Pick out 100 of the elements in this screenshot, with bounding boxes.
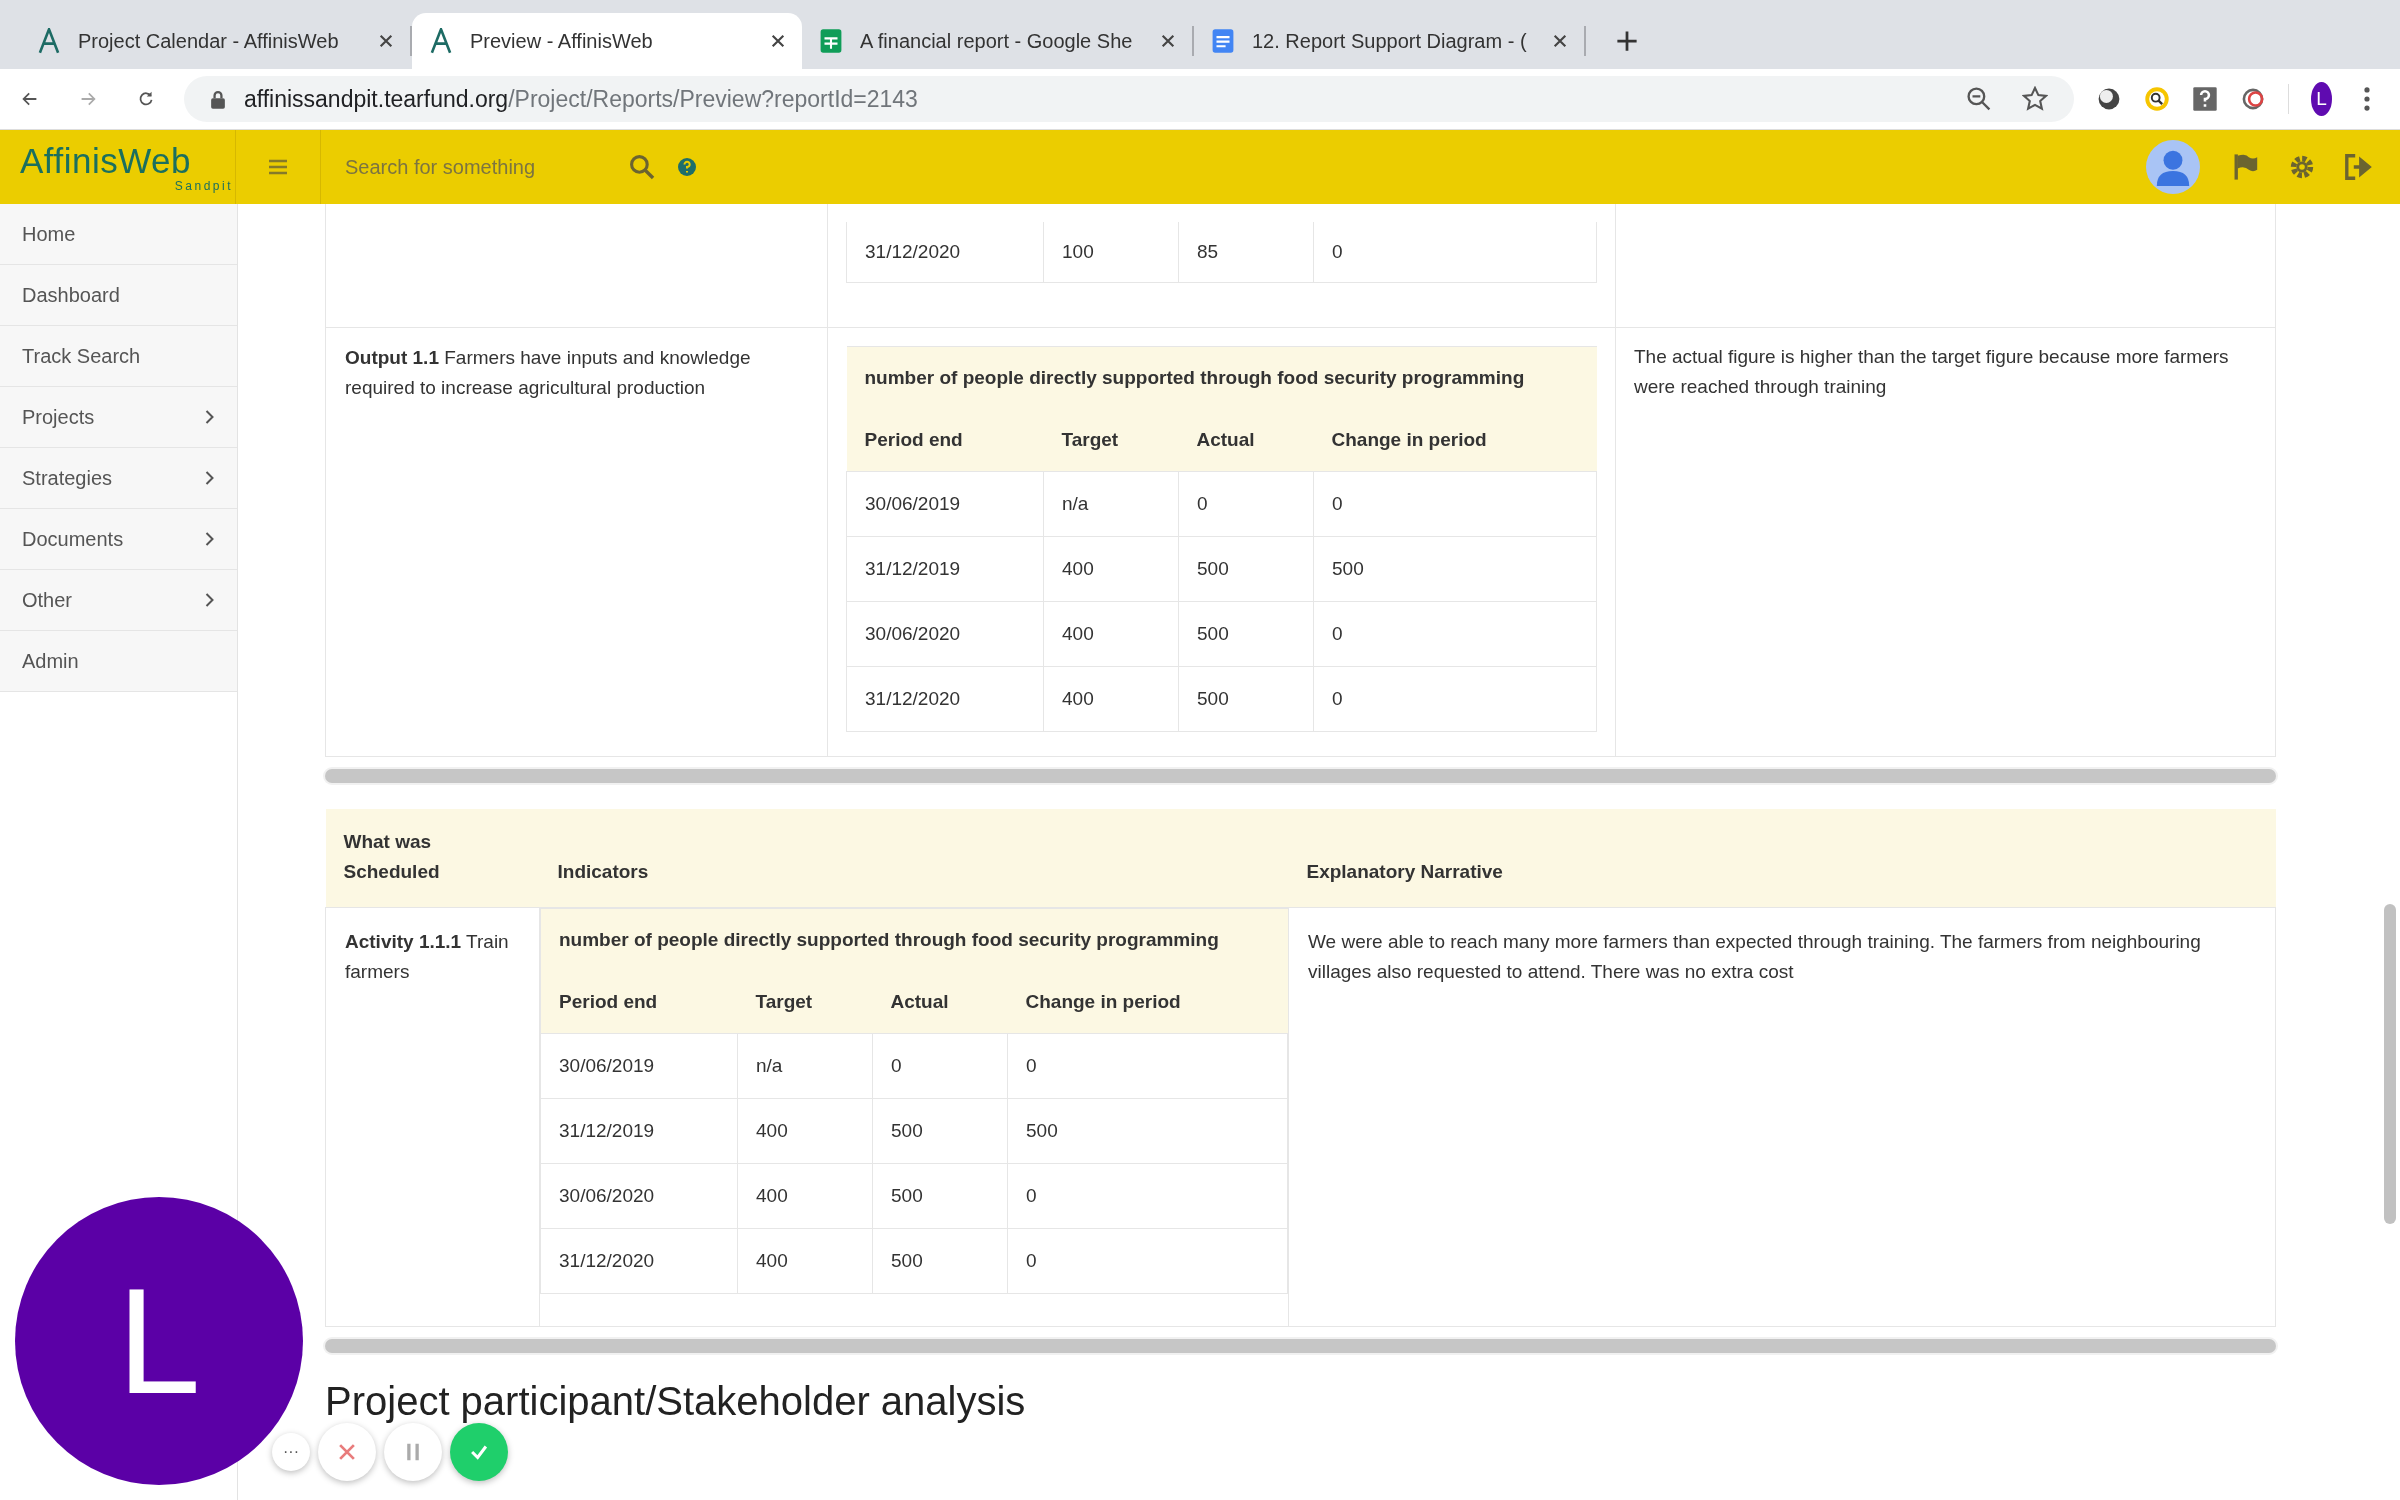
table-cell: 0 [872, 1033, 1008, 1099]
sidebar-item[interactable]: Other [0, 570, 237, 631]
table-cell: 400 [1043, 536, 1179, 602]
close-icon[interactable] [770, 33, 786, 49]
column-header: Actual [1178, 409, 1314, 472]
tab-title: Preview - AffinisWeb [470, 29, 654, 53]
help-icon[interactable] [677, 157, 697, 177]
flag-icon[interactable] [2232, 153, 2260, 181]
more-button[interactable]: ··· [272, 1433, 310, 1471]
table-cell: n/a [737, 1033, 873, 1099]
narrative-text: The actual figure is higher than the target figure because more farmers were reached through training [1634, 345, 2230, 399]
table-cell: 30/06/2020 [846, 601, 1044, 667]
table-cell: 0 [1313, 471, 1597, 537]
column-header: Period end [540, 971, 738, 1034]
column-header: Explanatory Narrative [1306, 861, 1503, 882]
column-header: Target [737, 971, 873, 1034]
table-cell: 31/12/2020 [846, 666, 1044, 732]
table-cell: 500 [1178, 666, 1314, 732]
document-icon [1210, 28, 1236, 54]
table-cell: 500 [1178, 536, 1314, 602]
browser-tab[interactable]: A financial report - Google She [802, 13, 1192, 69]
browser-tab[interactable]: 12. Report Support Diagram - ( [1194, 13, 1584, 69]
table-cell: 0 [1007, 1228, 1288, 1294]
table-cell: 400 [737, 1163, 873, 1229]
column-header: Target [1043, 409, 1179, 472]
table-cell: 400 [1043, 666, 1179, 732]
horizontal-scrollbar[interactable] [325, 1339, 2276, 1353]
url-text: affinissandpit.tearfund.org/Project/Reports/Preview?reportId=2143 [243, 85, 918, 113]
table-cell: 100 [1043, 222, 1179, 283]
help-icon[interactable] [2191, 86, 2218, 112]
table-cell: 0 [1178, 471, 1314, 537]
cancel-button[interactable] [318, 1423, 376, 1481]
user-avatar[interactable] [2146, 140, 2200, 194]
letter-a-icon [36, 28, 62, 54]
table-cell: 0 [1007, 1033, 1288, 1099]
table-cell: 0 [1313, 222, 1597, 283]
table-cell: 500 [872, 1098, 1008, 1164]
table-cell: 400 [737, 1098, 873, 1164]
extension-icon[interactable] [2143, 86, 2170, 112]
indicator-title: number of people directly supported through food security programming [540, 908, 1288, 971]
output-description: Output 1.1 Farmers have inputs and knowledge required to increase agricultural production [344, 346, 752, 400]
star-icon[interactable] [2021, 86, 2048, 112]
column-header: Period end [846, 409, 1044, 472]
sidebar-item[interactable]: Projects [0, 387, 237, 448]
column-header: Change in period [1313, 409, 1597, 472]
table-cell: 30/06/2019 [540, 1033, 738, 1099]
profile-avatar[interactable]: L [2311, 82, 2332, 116]
sidebar-item[interactable]: Home [0, 204, 237, 265]
letter-a-icon [428, 28, 454, 54]
table-cell: 0 [1313, 666, 1597, 732]
sidebar-item[interactable]: Admin [0, 631, 237, 692]
table-cell: 31/12/2020 [846, 222, 1044, 283]
section-heading: Project participant/Stakeholder analysis [325, 1379, 1027, 1424]
chevron-right-icon [204, 409, 215, 425]
table-cell: 0 [1007, 1163, 1288, 1229]
search-field[interactable]: Search for something [343, 154, 607, 180]
browser-tab[interactable]: Project Calendar - AffinisWeb [20, 13, 410, 69]
close-icon[interactable] [1160, 33, 1176, 49]
table-cell: 500 [1178, 601, 1314, 667]
settings-icon[interactable] [2288, 153, 2316, 181]
table-cell: n/a [1043, 471, 1179, 537]
column-header: What was Scheduled [343, 831, 440, 882]
sidebar-item[interactable]: Documents [0, 509, 237, 570]
indicator-title: number of people directly supported through food security programming [846, 346, 1597, 409]
table-cell: 30/06/2019 [846, 471, 1044, 537]
table-cell: 400 [737, 1228, 873, 1294]
table-cell: 500 [1007, 1098, 1288, 1164]
table-cell: 30/06/2020 [540, 1163, 738, 1229]
narrative-text: We were able to reach many more farmers than expected through training. The farmers from neighbouring villages also requested to attend. There was no extra cost [1307, 930, 2202, 984]
table-cell: 500 [1313, 536, 1597, 602]
logout-icon[interactable] [2344, 153, 2372, 181]
sidebar-item[interactable]: Strategies [0, 448, 237, 509]
browser-tab[interactable]: Preview - AffinisWeb [412, 13, 802, 69]
zoom-out-icon[interactable] [1965, 86, 1992, 112]
horizontal-scrollbar[interactable] [325, 769, 2276, 783]
table-cell: 85 [1178, 222, 1314, 283]
close-icon[interactable] [1552, 33, 1568, 49]
column-header: Change in period [1007, 971, 1288, 1034]
spreadsheet-icon [818, 28, 844, 54]
search-icon[interactable] [629, 154, 655, 180]
lock-icon [209, 89, 226, 109]
table-cell: 0 [1313, 601, 1597, 667]
new-tab-icon[interactable] [1616, 30, 1638, 52]
address-bar[interactable]: affinissandpit.tearfund.org/Project/Reports/Preview?reportId=2143 [183, 76, 2074, 122]
chevron-right-icon [204, 470, 215, 486]
vertical-scrollbar[interactable] [2384, 904, 2396, 1224]
sidebar-item[interactable]: Dashboard [0, 265, 237, 326]
table-cell: 500 [872, 1163, 1008, 1229]
sidebar-item[interactable]: Track Search [0, 326, 237, 387]
close-icon[interactable] [378, 33, 394, 49]
activity-description: Activity 1.1.1 Train farmers [344, 930, 510, 984]
tab-title: 12. Report Support Diagram - ( [1252, 29, 1528, 53]
column-header: Indicators [557, 861, 649, 882]
tab-title: Project Calendar - AffinisWeb [78, 29, 340, 53]
table-cell: 31/12/2020 [540, 1228, 738, 1294]
tab-title: A financial report - Google She [860, 29, 1134, 53]
table-cell: 31/12/2019 [846, 536, 1044, 602]
table-cell: 31/12/2019 [540, 1098, 738, 1164]
chevron-right-icon [204, 592, 215, 608]
column-header: Actual [872, 971, 1008, 1034]
